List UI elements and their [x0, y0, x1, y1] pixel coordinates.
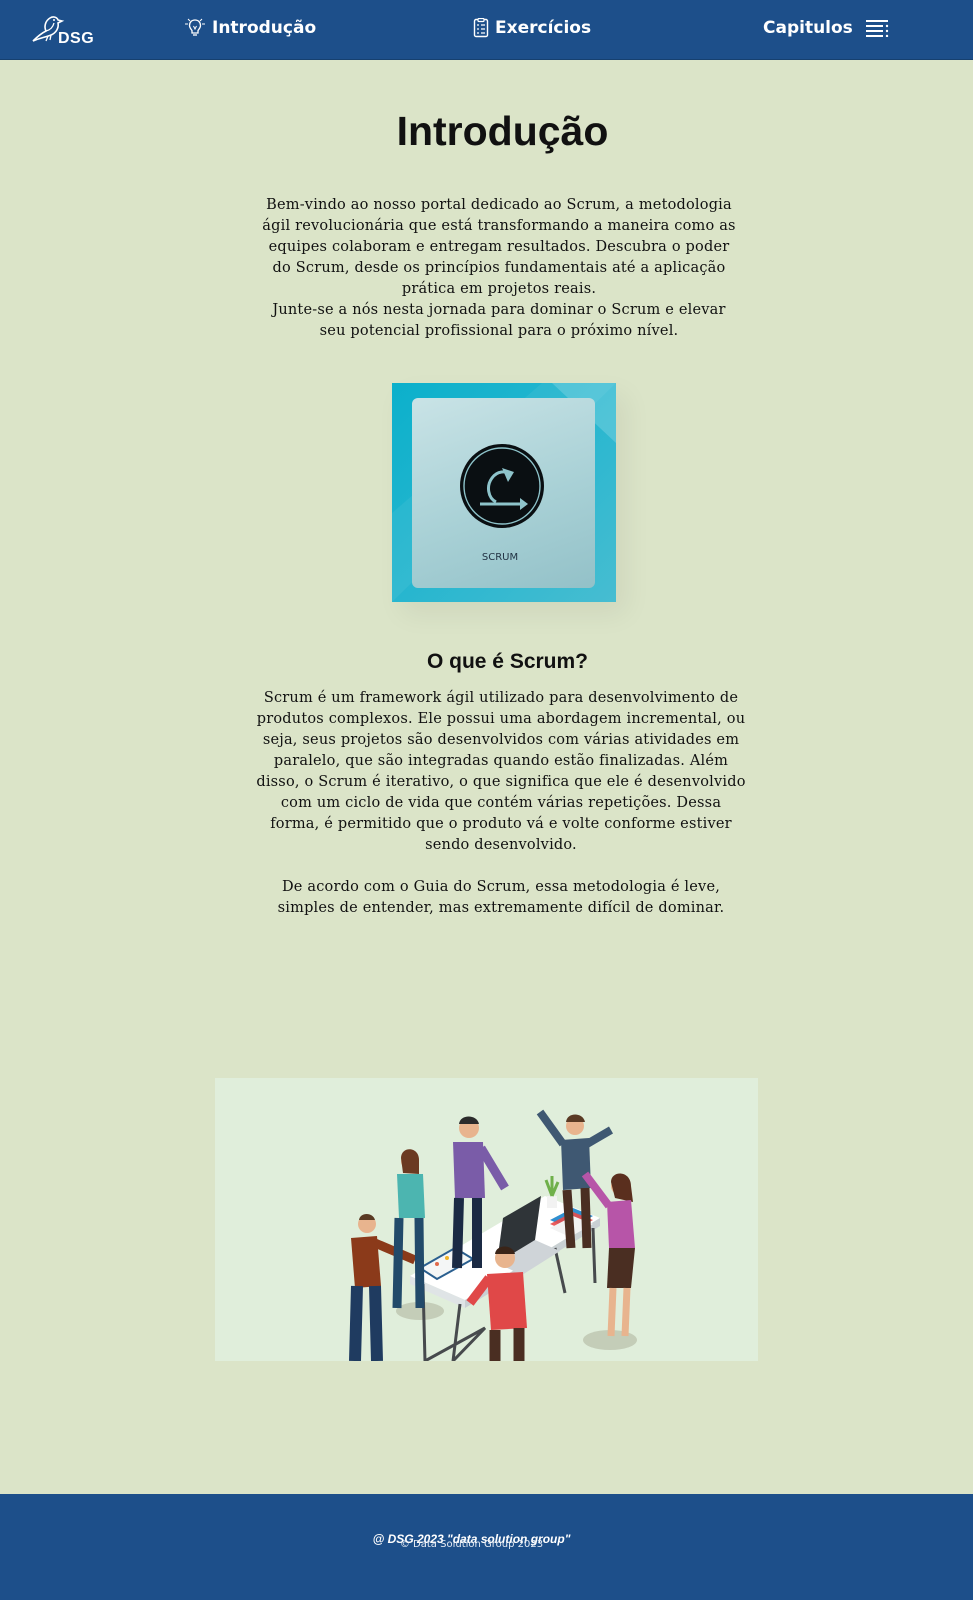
intro-paragraph: Junte-se a nós nesta jornada para domina…	[272, 302, 726, 339]
scrum-label: SCRUM	[481, 552, 519, 563]
team-illustration-art	[349, 1109, 637, 1361]
top-navbar: DSG Introdução Exercícios Capitulos	[0, 0, 973, 60]
section-paragraph: De acordo com o Guia do Scrum, essa meto…	[277, 879, 725, 916]
scrum-cycle-icon	[460, 444, 544, 528]
nav-item-label: Capitulos	[763, 18, 853, 38]
nav-item-label: Introdução	[212, 18, 317, 38]
scrum-card: SCRUM	[412, 398, 595, 588]
intro-text: Bem-vindo ao nosso portal dedicado ao Sc…	[258, 195, 740, 342]
nav-item-label: Exercícios	[495, 18, 592, 38]
intro-paragraph: Bem-vindo ao nosso portal dedicado ao Sc…	[262, 197, 736, 297]
list-menu-icon	[865, 20, 889, 37]
clipboard-list-icon	[473, 18, 489, 38]
page-footer: @ DSG 2023 "data solution group" © Data …	[0, 1494, 973, 1600]
dsg-logo[interactable]: DSG	[32, 12, 98, 50]
scrum-illustration: SCRUM	[392, 383, 616, 602]
section-text: Scrum é um framework ágil utilizado para…	[254, 688, 748, 919]
nav-item-capitulos[interactable]: Capitulos	[763, 18, 889, 38]
nav-item-introducao[interactable]: Introdução	[184, 18, 316, 38]
section-title: O que é Scrum?	[426, 650, 589, 673]
nav-item-exercicios[interactable]: Exercícios	[473, 18, 591, 38]
team-meeting-illustration	[215, 1078, 758, 1361]
page-title: Introdução	[396, 108, 609, 154]
footer-copyright: © Data Solution Group 2023	[399, 1539, 544, 1550]
lightbulb-icon	[185, 18, 205, 36]
section-paragraph: Scrum é um framework ágil utilizado para…	[256, 690, 746, 853]
logo-text: DSG	[58, 30, 95, 47]
